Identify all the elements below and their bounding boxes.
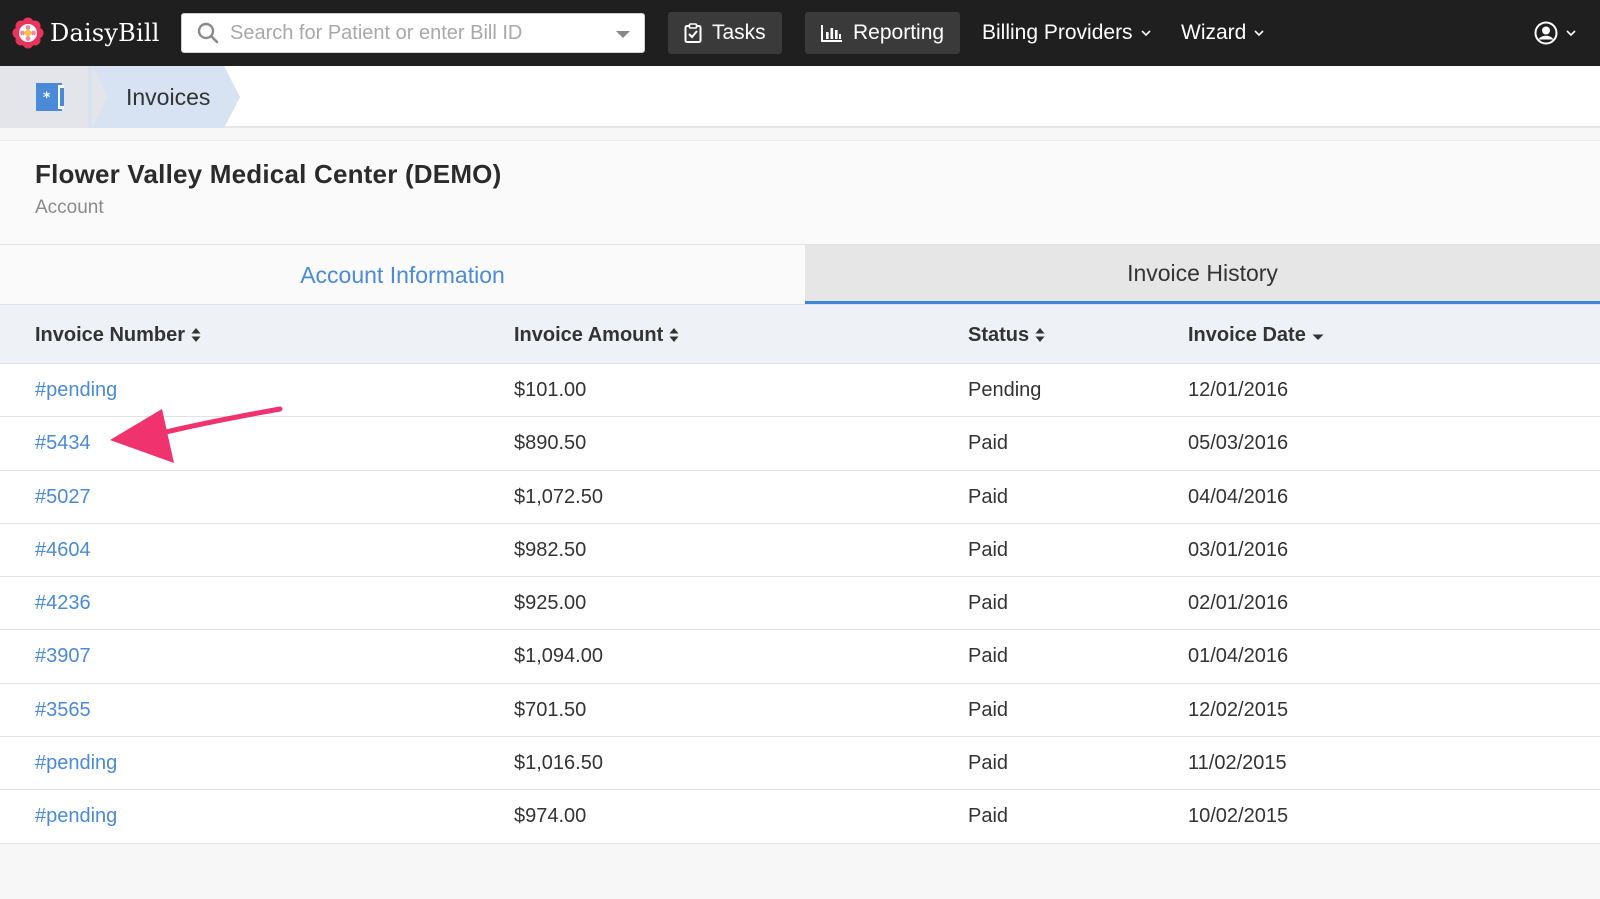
clipboard-check-icon bbox=[684, 23, 702, 43]
invoice-amount: $925.00 bbox=[514, 592, 587, 615]
patient-card-icon: * bbox=[36, 83, 64, 111]
invoice-date: 02/01/2016 bbox=[1188, 592, 1289, 615]
breadcrumb-current-label: Invoices bbox=[126, 83, 211, 110]
user-circle-icon bbox=[1534, 21, 1558, 45]
user-menu[interactable] bbox=[1534, 18, 1576, 48]
invoice-date: 12/02/2015 bbox=[1188, 698, 1289, 721]
invoice-date: 04/04/2016 bbox=[1188, 485, 1289, 508]
column-header-invoice-date[interactable]: Invoice Date bbox=[1188, 305, 1324, 365]
table-row: #pending $974.00 Paid 10/02/2015 bbox=[0, 790, 1600, 844]
invoice-number-link[interactable]: #pending bbox=[35, 737, 117, 790]
column-header-invoice-number[interactable]: Invoice Number bbox=[35, 305, 201, 365]
breadcrumb: * Invoices bbox=[0, 66, 1600, 128]
search-input[interactable] bbox=[230, 21, 600, 45]
table-row: #4236 $925.00 Paid 02/01/2016 bbox=[0, 577, 1600, 631]
invoice-number-link[interactable]: #4604 bbox=[35, 524, 91, 577]
invoice-amount: $890.50 bbox=[514, 432, 587, 455]
search-icon bbox=[197, 22, 219, 44]
invoice-number-link[interactable]: #4236 bbox=[35, 577, 91, 630]
tab-bar: Account Information Invoice History bbox=[0, 244, 1600, 305]
invoice-amount: $701.50 bbox=[514, 698, 587, 721]
tab-account-information[interactable]: Account Information bbox=[0, 245, 805, 305]
reporting-button[interactable]: Reporting bbox=[805, 12, 961, 54]
invoice-amount: $974.00 bbox=[514, 805, 587, 828]
chevron-down-icon bbox=[1566, 30, 1576, 37]
table-row: #5027 $1,072.50 Paid 04/04/2016 bbox=[0, 471, 1600, 524]
invoice-date: 10/02/2015 bbox=[1188, 805, 1289, 828]
invoice-date: 11/02/2015 bbox=[1188, 752, 1287, 775]
invoice-amount: $101.00 bbox=[514, 379, 587, 401]
bar-chart-icon bbox=[821, 25, 842, 42]
sort-desc-icon bbox=[1312, 334, 1324, 340]
invoice-number-link[interactable]: #5434 bbox=[35, 417, 91, 470]
invoice-number-link[interactable]: #3565 bbox=[35, 684, 91, 737]
invoice-number-link[interactable]: #5027 bbox=[35, 471, 91, 524]
sort-icon bbox=[1035, 328, 1045, 342]
invoice-amount: $1,016.50 bbox=[514, 752, 603, 775]
table-row: #3565 $701.50 Paid 12/02/2015 bbox=[0, 684, 1600, 738]
invoice-status: Paid bbox=[968, 805, 1009, 828]
table-header: Invoice Number Invoice Amount Status Inv… bbox=[0, 304, 1600, 364]
invoice-amount: $982.50 bbox=[514, 538, 587, 561]
invoice-status: Paid bbox=[968, 592, 1009, 615]
column-header-status[interactable]: Status bbox=[968, 305, 1045, 365]
app-logo[interactable]: DaisyBill bbox=[12, 15, 160, 51]
invoice-status: Paid bbox=[968, 752, 1009, 775]
table-row: #5434 $890.50 Paid 05/03/2016 bbox=[0, 417, 1600, 471]
wizard-label: Wizard bbox=[1181, 21, 1247, 44]
patient-search[interactable] bbox=[181, 13, 645, 53]
breadcrumb-invoices[interactable]: Invoices bbox=[88, 66, 240, 128]
invoice-date: 05/03/2016 bbox=[1188, 432, 1289, 455]
top-nav: DaisyBill Tasks Reporting Billing Provid… bbox=[0, 0, 1600, 66]
tab-invoice-history[interactable]: Invoice History bbox=[805, 245, 1600, 305]
invoice-table-body: #pending $101.00 Pending 12/01/2016 #5434 $89… bbox=[0, 364, 1600, 844]
billing-providers-label: Billing Providers bbox=[982, 21, 1133, 44]
table-row: #3907 $1,094.00 Paid 01/04/2016 bbox=[0, 630, 1600, 684]
reporting-label: Reporting bbox=[853, 21, 945, 44]
invoice-number-link[interactable]: #3907 bbox=[35, 630, 91, 683]
page-subtitle: Account bbox=[35, 197, 104, 218]
invoice-status: Paid bbox=[968, 645, 1009, 668]
invoice-status: Paid bbox=[968, 485, 1009, 508]
invoice-status: Paid bbox=[968, 432, 1009, 455]
table-row: #pending $101.00 Pending 12/01/2016 bbox=[0, 364, 1600, 418]
sort-icon bbox=[669, 328, 679, 342]
invoice-date: 12/01/2016 bbox=[1188, 379, 1289, 401]
invoice-number-link[interactable]: #pending bbox=[35, 364, 117, 417]
invoice-amount: $1,094.00 bbox=[514, 645, 603, 668]
breadcrumb-home[interactable]: * bbox=[0, 66, 108, 128]
invoice-date: 03/01/2016 bbox=[1188, 538, 1289, 561]
app-name: DaisyBill bbox=[50, 19, 160, 47]
invoice-status: Paid bbox=[968, 698, 1009, 721]
sort-icon bbox=[191, 328, 201, 342]
invoice-amount: $1,072.50 bbox=[514, 485, 603, 508]
page-title: Flower Valley Medical Center (DEMO) bbox=[35, 159, 502, 189]
chevron-down-icon bbox=[1140, 30, 1151, 37]
table-row: #4604 $982.50 Paid 03/01/2016 bbox=[0, 524, 1600, 578]
daisy-flower-icon bbox=[12, 17, 44, 49]
svg-text:*: * bbox=[43, 90, 51, 106]
wizard-menu[interactable]: Wizard bbox=[1181, 12, 1264, 54]
invoice-date: 01/04/2016 bbox=[1188, 645, 1289, 668]
invoice-status: Paid bbox=[968, 538, 1009, 561]
search-dropdown-caret-icon[interactable] bbox=[616, 31, 630, 38]
account-header: Flower Valley Medical Center (DEMO) Acco… bbox=[0, 140, 1600, 244]
table-row: #pending $1,016.50 Paid 11/02/2015 bbox=[0, 737, 1600, 791]
column-header-invoice-amount[interactable]: Invoice Amount bbox=[514, 305, 679, 365]
tasks-label: Tasks bbox=[712, 21, 766, 44]
invoice-status: Pending bbox=[968, 379, 1042, 401]
tasks-button[interactable]: Tasks bbox=[668, 12, 782, 54]
chevron-down-icon bbox=[1254, 30, 1264, 37]
billing-providers-menu[interactable]: Billing Providers bbox=[982, 12, 1151, 54]
invoice-number-link[interactable]: #pending bbox=[35, 790, 117, 843]
